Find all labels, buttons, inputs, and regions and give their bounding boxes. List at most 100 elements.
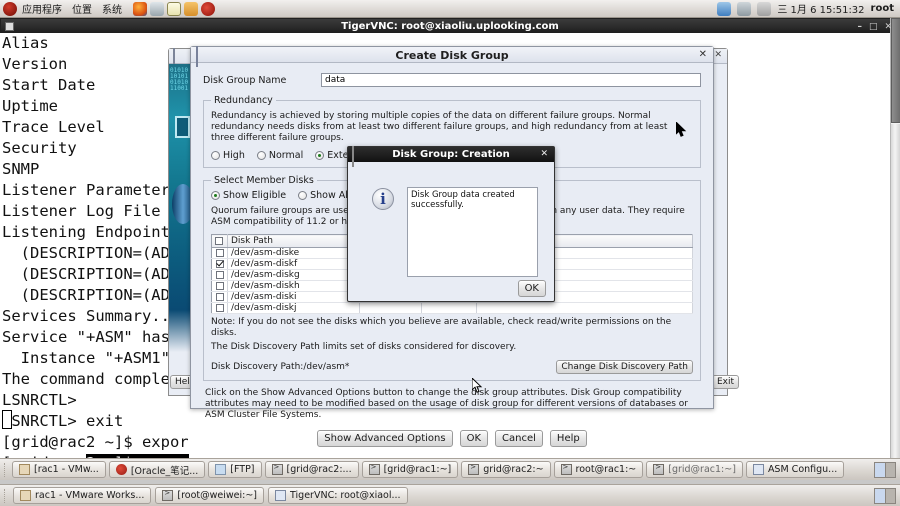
terminal-icon bbox=[368, 463, 380, 475]
create-disk-group-titlebar[interactable]: Create Disk Group ✕ bbox=[191, 46, 713, 67]
disk-group-name-input[interactable] bbox=[321, 73, 701, 87]
host-workspace-1[interactable] bbox=[875, 488, 886, 503]
disk-group-creation-body: i Disk Group data created successfully. … bbox=[348, 162, 554, 303]
row-checkbox[interactable] bbox=[215, 259, 224, 268]
menu-applications[interactable]: 应用程序 bbox=[17, 1, 67, 16]
task-grid-rac1-a[interactable]: [grid@rac1:~] bbox=[361, 461, 459, 478]
select-all-header[interactable] bbox=[211, 234, 228, 248]
host-task-root-weiwei[interactable]: [root@weiwei:~] bbox=[155, 487, 265, 504]
row-checkbox[interactable] bbox=[215, 303, 224, 312]
taskbar-handle[interactable] bbox=[4, 462, 7, 477]
member-disks-legend: Select Member Disks bbox=[214, 175, 314, 186]
task-root-rac1[interactable]: root@rac1:~ bbox=[553, 461, 644, 478]
minimize-icon[interactable]: – bbox=[857, 22, 862, 32]
row-checkbox[interactable] bbox=[215, 292, 224, 301]
radio-show-eligible[interactable]: Show Eligible bbox=[211, 190, 286, 201]
row-extra bbox=[476, 302, 693, 314]
workspace-switcher[interactable] bbox=[874, 461, 896, 478]
row-checkbox[interactable] bbox=[215, 281, 224, 290]
maximize-icon[interactable]: □ bbox=[869, 22, 878, 32]
row-header-status bbox=[359, 302, 422, 314]
task-label: [grid@rac1:~] bbox=[668, 464, 736, 475]
asmca-exit-button[interactable]: Exit bbox=[712, 375, 740, 389]
disk-group-name-row: Disk Group Name bbox=[203, 73, 701, 87]
disk-group-name-label: Disk Group Name bbox=[203, 74, 287, 86]
row-checkbox-cell[interactable] bbox=[211, 302, 228, 314]
radio-high[interactable]: High bbox=[211, 150, 245, 161]
volume-icon[interactable] bbox=[757, 1, 772, 16]
row-checkbox[interactable] bbox=[215, 270, 224, 279]
radio-show-eligible-label: Show Eligible bbox=[223, 190, 287, 201]
host-task-tigervnc[interactable]: TigerVNC: root@xiaol... bbox=[268, 487, 408, 504]
task-grid-rac2-a[interactable]: [grid@rac2:... bbox=[264, 461, 359, 478]
text-editor-icon[interactable] bbox=[167, 1, 181, 16]
close-icon[interactable]: ✕ bbox=[884, 22, 892, 32]
archive-icon[interactable] bbox=[184, 1, 198, 16]
disk-group-creation-titlebar[interactable]: Disk Group: Creation ✕ bbox=[348, 146, 554, 167]
radio-show-all[interactable]: Show All bbox=[298, 190, 351, 201]
dialog-button-bar: Show Advanced Options OK Cancel Help bbox=[203, 430, 701, 447]
radio-show-eligible-icon bbox=[211, 191, 220, 200]
task-rac1-vmware[interactable]: [rac1 - VMw... bbox=[12, 461, 106, 478]
terminal-line: LSNRCTL> exit bbox=[2, 412, 124, 430]
close-icon[interactable]: ✕ bbox=[540, 149, 548, 159]
taskbar-handle[interactable] bbox=[4, 488, 7, 503]
vnc-vertical-scrollbar[interactable] bbox=[890, 18, 900, 458]
pager[interactable] bbox=[874, 461, 896, 478]
table-row[interactable]: /dev/asm-diskj bbox=[211, 302, 693, 314]
panel-clock[interactable]: 三 1月 6 15:51:32 bbox=[777, 1, 864, 16]
cancel-button[interactable]: Cancel bbox=[495, 430, 543, 447]
panel-username[interactable]: root bbox=[871, 3, 894, 14]
close-icon[interactable]: ✕ bbox=[714, 50, 722, 60]
terminal-line: Service "+ASM" has bbox=[2, 328, 170, 346]
creation-message-text: Disk Group data created successfully. bbox=[407, 187, 538, 277]
terminal-line: (DESCRIPTION=(AD bbox=[2, 265, 170, 283]
show-advanced-options-button[interactable]: Show Advanced Options bbox=[317, 430, 453, 447]
menu-places[interactable]: 位置 bbox=[67, 1, 97, 16]
task-asm-configuration[interactable]: ASM Configu... bbox=[745, 461, 845, 478]
vm-icon bbox=[20, 490, 31, 501]
host-task-rac1-vmware[interactable]: rac1 - VMware Works... bbox=[13, 487, 152, 504]
workspace-1[interactable] bbox=[875, 462, 886, 477]
select-all-checkbox[interactable] bbox=[215, 236, 223, 245]
ok-button[interactable]: OK bbox=[459, 430, 489, 447]
task-ftp[interactable]: [FTP] bbox=[208, 461, 262, 478]
updates-icon[interactable] bbox=[737, 1, 752, 16]
host-tray bbox=[874, 487, 896, 504]
radio-normal[interactable]: Normal bbox=[256, 150, 303, 161]
help-button[interactable]: Help bbox=[549, 430, 587, 447]
row-checkbox-cell[interactable] bbox=[211, 291, 228, 303]
task-oracle-notes[interactable]: [Oracle_笔记... bbox=[108, 461, 206, 478]
host-pager[interactable] bbox=[874, 487, 896, 504]
row-checkbox[interactable] bbox=[215, 248, 224, 257]
task-grid-rac1-b[interactable]: [grid@rac1:~] bbox=[646, 461, 743, 478]
task-label: root@rac1:~ bbox=[575, 464, 637, 475]
advanced-options-description: Click on the Show Advanced Options butto… bbox=[205, 388, 689, 420]
column-disk-path[interactable]: Disk Path bbox=[227, 234, 360, 248]
task-label: grid@rac2:~ bbox=[483, 464, 544, 475]
change-disk-discovery-path-button[interactable]: Change Disk Discovery Path bbox=[556, 360, 693, 374]
network-icon[interactable] bbox=[717, 1, 732, 16]
terminal-line: (DESCRIPTION=(AD bbox=[2, 244, 170, 262]
discovery-path-row: Disk Discovery Path:/dev/asm* Change Dis… bbox=[211, 360, 693, 374]
row-disk-path: /dev/asm-diskj bbox=[227, 302, 360, 314]
menu-system[interactable]: 系统 bbox=[97, 1, 127, 16]
row-checkbox-cell[interactable] bbox=[211, 269, 228, 281]
cherry-icon[interactable] bbox=[201, 1, 215, 16]
vnc-titlebar[interactable]: TigerVNC: root@xiaoliu.uplooking.com – □… bbox=[1, 19, 899, 34]
workspace-2[interactable] bbox=[886, 463, 896, 477]
redhat-logo-icon[interactable] bbox=[3, 1, 17, 16]
close-icon[interactable]: ✕ bbox=[699, 49, 707, 60]
task-grid-rac2-b[interactable]: grid@rac2:~ bbox=[461, 461, 551, 478]
scrollbar-thumb[interactable] bbox=[891, 18, 900, 123]
host-workspace-2[interactable] bbox=[886, 489, 896, 503]
scrollbar-track[interactable] bbox=[891, 124, 900, 458]
row-checkbox-cell[interactable] bbox=[211, 280, 228, 292]
evolution-icon[interactable] bbox=[150, 1, 164, 16]
row-checkbox-cell[interactable] bbox=[211, 258, 228, 270]
host-taskbar: rac1 - VMware Works... [root@weiwei:~] T… bbox=[0, 484, 900, 506]
terminal-line: SNMP bbox=[2, 160, 40, 178]
row-checkbox-cell[interactable] bbox=[211, 247, 228, 259]
firefox-icon[interactable] bbox=[133, 1, 147, 16]
creation-ok-button[interactable]: OK bbox=[517, 280, 546, 297]
